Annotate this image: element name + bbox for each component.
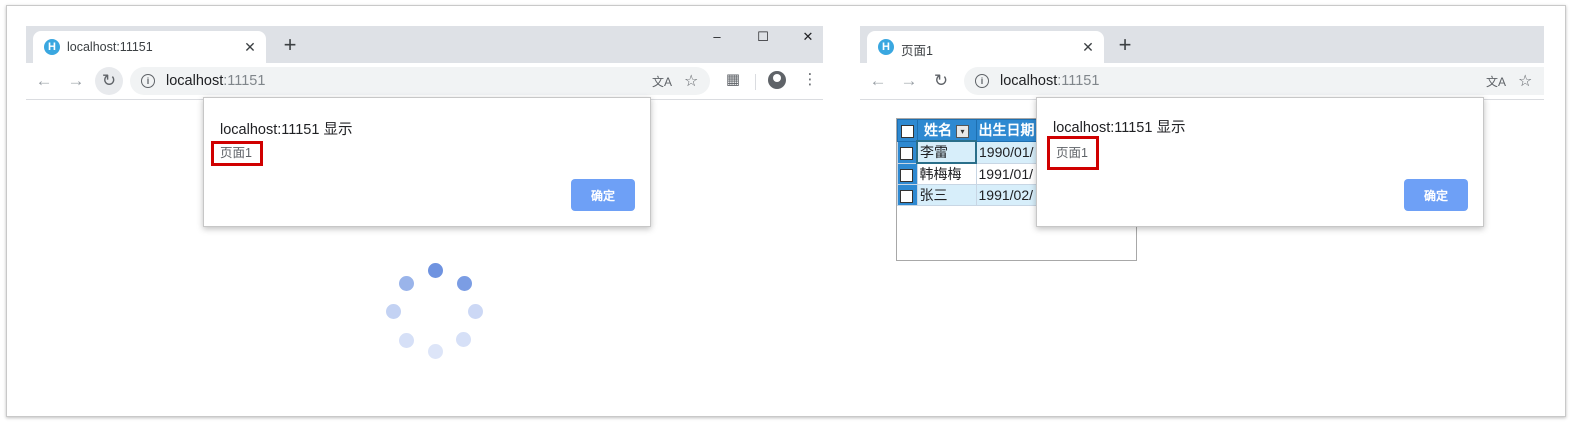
close-tab-icon[interactable]: ✕ (240, 37, 260, 57)
grid-cell[interactable]: 张三 (916, 184, 977, 206)
spinner-dot (428, 344, 443, 359)
address-bar[interactable]: i localhost:11151 文A ☆ (130, 67, 710, 95)
new-tab-button[interactable]: + (1113, 34, 1137, 58)
select-all-checkbox[interactable] (897, 119, 918, 142)
dialog-message: 页面1 (1047, 136, 1099, 170)
reload-icon[interactable]: ↻ (930, 70, 952, 92)
dialog-title: localhost:11151 显示 (220, 122, 353, 138)
spinner-dot (456, 332, 471, 347)
tab-title: localhost:11151 (67, 40, 153, 54)
close-tab-icon[interactable]: ✕ (1078, 37, 1098, 57)
tab-title: 页面1 (901, 44, 933, 58)
spinner-dot (399, 333, 414, 348)
favicon-icon: H (44, 39, 60, 55)
alert-dialog: localhost:11151 显示 页面1 确定 (203, 97, 651, 227)
alert-dialog: localhost:11151 显示 页面1 确定 (1036, 97, 1484, 227)
browser-tab[interactable]: H 页面1 ✕ (867, 31, 1104, 63)
favicon-icon: H (878, 39, 894, 55)
browser-tab[interactable]: H localhost:11151 ✕ (33, 31, 266, 63)
loading-spinner-icon (384, 261, 486, 363)
url-text: localhost:11151 (1000, 73, 1099, 89)
column-header-name[interactable]: 姓名 ▾ (916, 119, 977, 142)
info-icon[interactable]: i (975, 74, 989, 88)
maximize-button[interactable]: ☐ (747, 28, 779, 46)
translate-icon[interactable]: 文A (1486, 73, 1506, 90)
url-host: localhost (1000, 73, 1058, 89)
translate-icon[interactable]: 文A (652, 73, 672, 90)
forward-icon[interactable]: → (898, 70, 920, 92)
column-header-name-label: 姓名 (924, 122, 952, 138)
kebab-menu-icon[interactable]: ⋮ (800, 70, 820, 90)
table-row[interactable]: 张三 1991/02/ (897, 184, 1052, 206)
spinner-dot (399, 276, 414, 291)
ok-button[interactable]: 确定 (571, 179, 635, 211)
back-icon[interactable]: ← (867, 70, 889, 92)
star-icon[interactable]: ☆ (684, 71, 698, 91)
toolbar-separator (755, 74, 756, 90)
table-row[interactable]: 李雷 1990/01/ (897, 140, 1052, 164)
address-bar[interactable]: i localhost:11151 文A ☆ (964, 67, 1544, 95)
grid-header-row: 姓名 ▾ 出生日期 (897, 119, 1052, 142)
row-checkbox[interactable] (897, 184, 918, 206)
table-row[interactable]: 韩梅梅 1991/01/ (897, 162, 1052, 185)
tab-strip: H localhost:11151 ✕ + – ☐ ✕ (26, 26, 823, 63)
back-icon[interactable]: ← (33, 70, 55, 92)
grid-table: 姓名 ▾ 出生日期 李雷 1990/01/ 韩梅梅 1991/01/ 张三 199… (897, 119, 1052, 206)
close-window-button[interactable]: ✕ (792, 28, 824, 46)
row-checkbox[interactable] (897, 140, 918, 164)
spinner-dot (428, 263, 443, 278)
grid-cell[interactable]: 韩梅梅 (916, 162, 977, 185)
info-icon[interactable]: i (141, 74, 155, 88)
star-icon[interactable]: ☆ (1518, 71, 1532, 91)
grid-cell[interactable]: 李雷 (916, 140, 977, 164)
spinner-dot (468, 304, 483, 319)
dialog-title: localhost:11151 显示 (1053, 120, 1186, 136)
url-port: :11151 (1057, 73, 1100, 89)
ok-button[interactable]: 确定 (1404, 179, 1468, 211)
spinner-dot (386, 304, 401, 319)
url-host: localhost (166, 73, 224, 89)
qr-code-icon[interactable]: ▦ (723, 70, 743, 90)
browser-toolbar: ← → ↻ i localhost:11151 文A ☆ (860, 63, 1544, 100)
url-port: :11151 (223, 73, 266, 89)
tab-strip: H 页面1 ✕ + (860, 26, 1544, 63)
forward-icon[interactable]: → (65, 70, 87, 92)
spinner-dot (457, 276, 472, 291)
browser-toolbar: ← → ↻ i localhost:11151 文A ☆ ▦ ⋮ (26, 63, 823, 100)
url-text: localhost:11151 (166, 73, 265, 89)
minimize-button[interactable]: – (701, 28, 733, 46)
dialog-message: 页面1 (211, 141, 263, 166)
row-checkbox[interactable] (897, 162, 918, 185)
chevron-down-icon[interactable]: ▾ (956, 124, 969, 138)
new-tab-button[interactable]: + (278, 34, 302, 58)
reload-icon[interactable]: ↻ (98, 70, 120, 92)
account-icon[interactable] (768, 71, 786, 89)
